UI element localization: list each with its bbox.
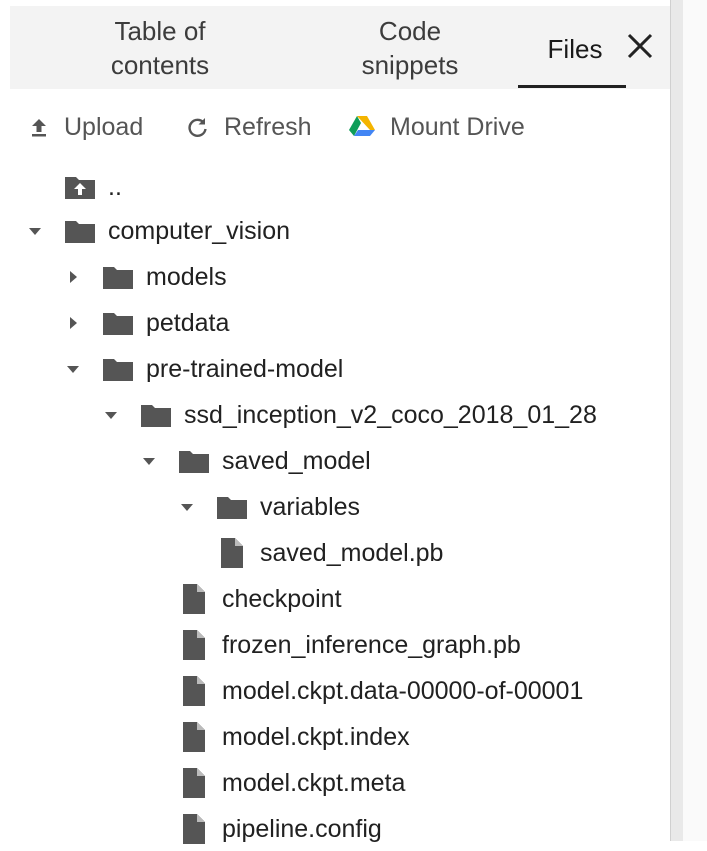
file-icon — [176, 765, 212, 801]
mount-drive-button[interactable]: Mount Drive — [348, 110, 525, 144]
tree-item-models[interactable]: models — [62, 255, 227, 299]
files-toolbar: Upload Refresh Mount Drive — [10, 102, 670, 152]
tree-item-label: pre-trained-model — [146, 354, 344, 383]
folder-icon — [62, 213, 98, 249]
folder-icon — [100, 305, 136, 341]
upload-button[interactable]: Upload — [28, 110, 143, 144]
tree-item-ssd-inception[interactable]: ssd_inception_v2_coco_2018_01_28 — [100, 393, 597, 437]
tree-item-saved-model-pb[interactable]: saved_model.pb — [214, 531, 443, 575]
tab-bar: Table of contents Code snippets Files — [10, 6, 670, 89]
folder-icon — [138, 397, 174, 433]
tree-item-petdata[interactable]: petdata — [62, 301, 229, 345]
tree-item-ckpt-meta[interactable]: model.ckpt.meta — [176, 761, 405, 805]
tree-item-label: computer_vision — [108, 216, 291, 245]
chevron-down-icon[interactable] — [62, 358, 84, 380]
folder-icon — [100, 351, 136, 387]
chevron-right-icon[interactable] — [62, 312, 84, 334]
file-icon — [176, 581, 212, 617]
file-icon — [176, 811, 212, 847]
folder-up-icon — [62, 169, 98, 205]
tree-item-pre-trained-model[interactable]: pre-trained-model — [62, 347, 343, 391]
tree-item-label: checkpoint — [222, 584, 342, 613]
folder-icon — [176, 443, 212, 479]
file-icon — [176, 627, 212, 663]
files-panel: Table of contents Code snippets Files Up… — [10, 6, 670, 844]
tree-item-label: saved_model — [222, 446, 371, 475]
tree-item-variables[interactable]: variables — [176, 485, 360, 529]
tree-item-label: variables — [260, 492, 361, 521]
tree-item-label: petdata — [146, 308, 230, 337]
tree-item-ckpt-data[interactable]: model.ckpt.data-00000-of-00001 — [176, 669, 583, 713]
file-icon — [176, 719, 212, 755]
tree-item-label: model.ckpt.meta — [222, 768, 406, 797]
chevron-down-icon[interactable] — [100, 404, 122, 426]
tree-item-label: models — [146, 262, 227, 291]
active-tab-indicator — [518, 85, 626, 88]
panel-divider[interactable] — [670, 0, 684, 841]
chevron-right-icon[interactable] — [62, 266, 84, 288]
chevron-down-icon[interactable] — [176, 496, 198, 518]
tree-item-label: pipeline.config — [222, 814, 382, 843]
tree-item-computer-vision[interactable]: computer_vision — [24, 209, 290, 253]
tab-files[interactable]: Files — [520, 32, 630, 66]
refresh-icon — [188, 118, 207, 137]
tree-item-label: ssd_inception_v2_coco_2018_01_28 — [184, 400, 597, 429]
tree-item-parent[interactable]: .. — [62, 165, 122, 209]
tree-item-label: model.ckpt.index — [222, 722, 410, 751]
refresh-button[interactable]: Refresh — [186, 110, 312, 144]
tree-item-label: model.ckpt.data-00000-of-00001 — [222, 676, 584, 705]
tree-item-ckpt-index[interactable]: model.ckpt.index — [176, 715, 410, 759]
close-icon[interactable] — [622, 28, 658, 64]
chevron-down-icon[interactable] — [24, 220, 46, 242]
file-icon — [214, 535, 250, 571]
upload-label: Upload — [64, 112, 144, 141]
editor-edge — [683, 0, 707, 841]
tab-table-of-contents[interactable]: Table of contents — [80, 14, 240, 82]
folder-icon — [100, 259, 136, 295]
mount-drive-label: Mount Drive — [390, 112, 525, 141]
tree-item-label: .. — [108, 172, 122, 201]
file-icon — [176, 673, 212, 709]
refresh-label: Refresh — [224, 112, 312, 141]
google-drive-icon — [349, 116, 375, 136]
tree-item-label: saved_model.pb — [260, 538, 444, 567]
tree-item-saved-model[interactable]: saved_model — [138, 439, 371, 483]
tab-code-snippets[interactable]: Code snippets — [330, 14, 490, 82]
upload-icon — [32, 119, 46, 137]
chevron-down-icon[interactable] — [138, 450, 160, 472]
tree-item-pipeline-config[interactable]: pipeline.config — [176, 807, 382, 851]
folder-icon — [214, 489, 250, 525]
tree-item-label: frozen_inference_graph.pb — [222, 630, 521, 659]
tree-item-checkpoint[interactable]: checkpoint — [176, 577, 342, 621]
tree-item-frozen-graph[interactable]: frozen_inference_graph.pb — [176, 623, 521, 667]
